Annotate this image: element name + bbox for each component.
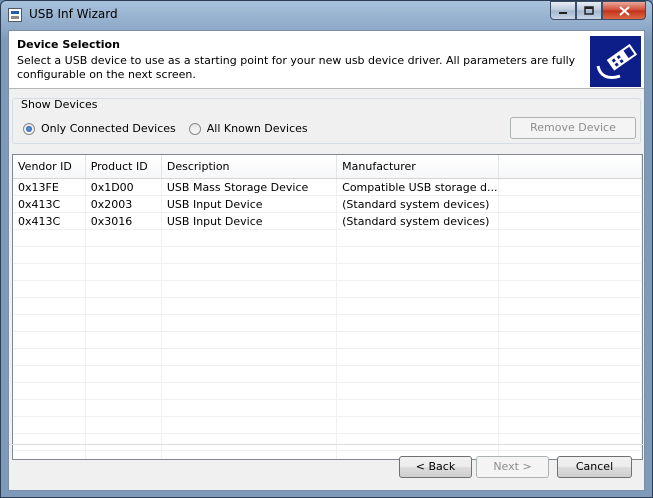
column-manufacturer[interactable]: Manufacturer — [336, 155, 499, 179]
wizard-client-area: Device Selection Select a USB device to … — [8, 30, 645, 491]
empty-row — [13, 416, 642, 434]
cancel-button[interactable]: Cancel — [557, 456, 632, 478]
radio-only-connected-label[interactable]: Only Connected Devices — [41, 122, 176, 135]
next-button[interactable]: Next > — [476, 456, 549, 478]
cell-product-id: 0x1D00 — [85, 178, 162, 196]
empty-row — [13, 382, 642, 400]
empty-row — [13, 297, 642, 315]
cell-vendor-id: 0x13FE — [13, 178, 86, 196]
cell-manufacturer: (Standard system devices) — [336, 212, 499, 230]
table-row[interactable]: 0x13FE 0x1D00 USB Mass Storage Device Co… — [13, 178, 642, 196]
empty-row — [13, 365, 642, 383]
column-filler — [498, 155, 642, 179]
footer-separator — [9, 444, 644, 445]
empty-row — [13, 229, 642, 247]
usb-cable-icon — [590, 36, 641, 87]
cell-description: USB Input Device — [161, 195, 338, 213]
close-icon — [618, 5, 630, 16]
cell-product-id: 0x3016 — [85, 212, 162, 230]
header-band: Device Selection Select a USB device to … — [9, 31, 644, 89]
column-vendor-id[interactable]: Vendor ID — [13, 155, 86, 179]
empty-row — [13, 314, 642, 332]
window-title: USB Inf Wizard — [29, 7, 118, 21]
cell-description: USB Mass Storage Device — [161, 178, 338, 196]
cell-manufacturer: Compatible USB storage d... — [336, 178, 499, 196]
app-icon[interactable] — [8, 8, 22, 22]
empty-row — [13, 331, 642, 349]
cell-manufacturer: (Standard system devices) — [336, 195, 499, 213]
radio-only-connected[interactable] — [23, 122, 35, 135]
cell-vendor-id: 0x413C — [13, 195, 86, 213]
maximize-button[interactable] — [576, 1, 602, 20]
minimize-icon — [559, 11, 567, 14]
show-devices-label: Show Devices — [21, 98, 98, 111]
device-table[interactable]: Vendor ID Product ID Description Manufac… — [12, 154, 643, 460]
empty-row — [13, 246, 642, 264]
empty-row — [13, 433, 642, 451]
radio-all-known[interactable] — [188, 122, 201, 135]
empty-row — [13, 263, 642, 281]
page-title: Device Selection — [17, 38, 120, 51]
title-bar[interactable]: USB Inf Wizard — [1, 1, 652, 29]
caption-buttons — [550, 1, 646, 21]
empty-row — [13, 280, 642, 298]
page-description: Select a USB device to use as a starting… — [17, 54, 576, 81]
device-table-grid: Vendor ID Product ID Description Manufac… — [13, 155, 642, 459]
cell-description: USB Input Device — [161, 212, 338, 230]
empty-row — [13, 348, 642, 366]
remove-device-button[interactable]: Remove Device — [510, 117, 636, 139]
close-button[interactable] — [602, 1, 646, 20]
column-description[interactable]: Description — [161, 155, 338, 179]
cell-filler — [498, 178, 642, 196]
maximize-icon — [584, 5, 594, 15]
back-button[interactable]: < Back — [399, 456, 472, 478]
cell-filler — [498, 195, 642, 213]
show-devices-options: Only Connected Devices All Known Devices — [23, 122, 321, 135]
table-header-row: Vendor ID Product ID Description Manufac… — [13, 155, 642, 179]
minimize-button[interactable] — [550, 1, 576, 20]
radio-all-known-label[interactable]: All Known Devices — [207, 122, 308, 135]
table-row[interactable]: 0x413C 0x3016 USB Input Device (Standard… — [13, 212, 642, 230]
empty-row — [13, 399, 642, 417]
cell-product-id: 0x2003 — [85, 195, 162, 213]
wizard-window: USB Inf Wizard Device Selection Select a… — [0, 0, 653, 498]
table-row[interactable]: 0x413C 0x2003 USB Input Device (Standard… — [13, 195, 642, 213]
column-product-id[interactable]: Product ID — [85, 155, 162, 179]
cell-vendor-id: 0x413C — [13, 212, 86, 230]
cell-filler — [498, 212, 642, 230]
